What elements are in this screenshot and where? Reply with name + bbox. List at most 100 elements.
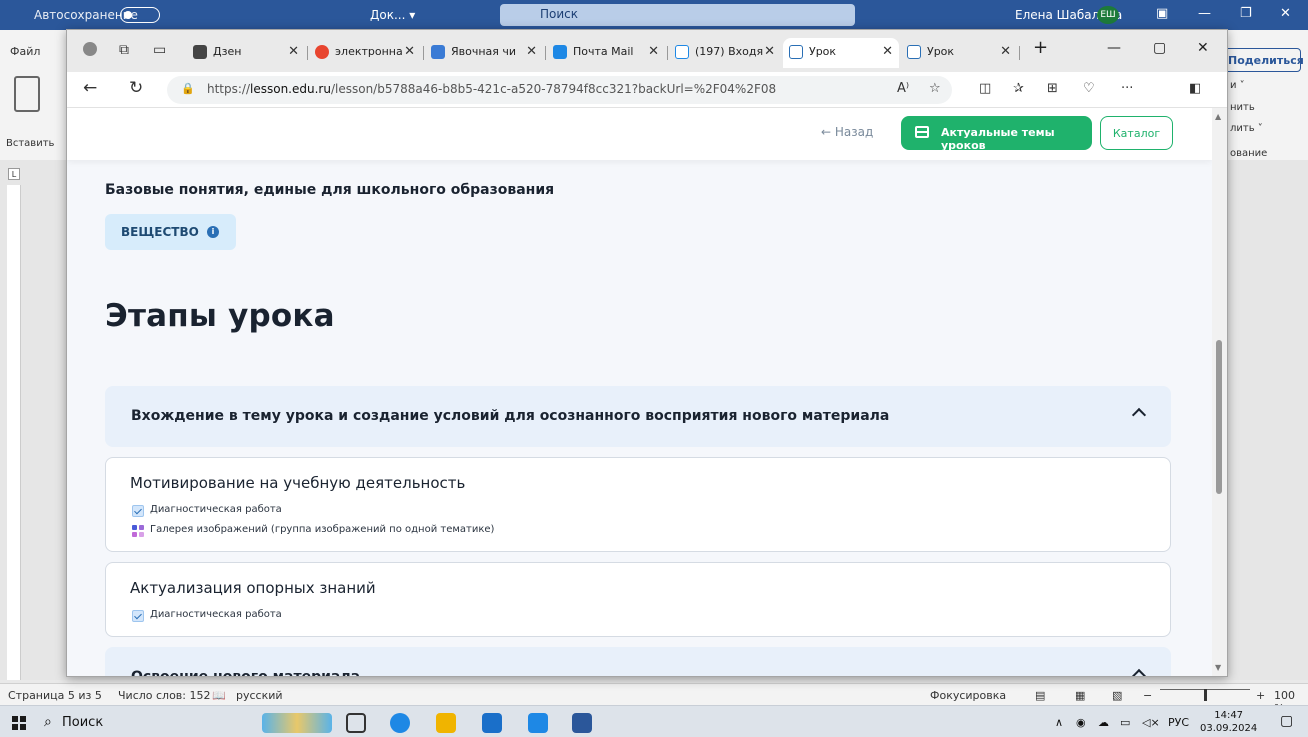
tab-selector[interactable]: L [8, 168, 20, 180]
print-layout-icon[interactable]: ▦ [1075, 689, 1085, 702]
clock-date: 03.09.2024 [1200, 723, 1258, 734]
web-layout-icon[interactable]: ▧ [1112, 689, 1122, 702]
chevron-up-icon[interactable] [1132, 405, 1146, 419]
collections-icon[interactable]: ⊞ [1047, 81, 1058, 96]
onedrive-icon[interactable]: ☁ [1098, 716, 1109, 729]
split-screen-icon[interactable]: ◫ [979, 81, 991, 96]
tray-app-icon[interactable]: ◉ [1076, 716, 1086, 729]
zoom-slider-knob[interactable] [1204, 689, 1207, 701]
page-count[interactable]: Страница 5 из 5 [8, 689, 102, 702]
close-tab-icon[interactable]: ✕ [526, 44, 537, 59]
back-arrow-icon[interactable]: ← [83, 78, 97, 98]
taskbar-search[interactable]: Поиск [62, 715, 103, 730]
restore-icon[interactable]: ▢ [1153, 40, 1166, 56]
ribbon-label[interactable]: и ˅ [1230, 80, 1245, 91]
word-search-box[interactable]: Поиск [500, 4, 855, 26]
ribbon-label[interactable]: лить ˅ [1230, 123, 1263, 134]
language-label[interactable]: русский [236, 689, 283, 702]
minimize-icon[interactable]: — [1107, 40, 1121, 56]
paste-icon[interactable] [14, 76, 40, 112]
sidebar-toggle-icon[interactable]: ◧ [1189, 81, 1201, 96]
tab-actions-icon[interactable]: ▭ [153, 42, 166, 58]
browser-tab-active[interactable]: Урок ✕ [783, 38, 899, 68]
taskbar-search-icon[interactable]: ⌕ [44, 714, 52, 730]
refresh-icon[interactable]: ↻ [129, 78, 143, 98]
close-tab-icon[interactable]: ✕ [288, 44, 299, 59]
scroll-up-icon[interactable]: ▲ [1215, 112, 1221, 121]
share-button[interactable]: Поделиться [1223, 48, 1304, 72]
word-count[interactable]: Число слов: 152 [118, 689, 211, 702]
store-icon[interactable] [482, 713, 502, 733]
input-language[interactable]: РУС [1168, 716, 1189, 729]
browser-tab[interactable]: электронна ✕ [309, 38, 421, 68]
profile-icon[interactable] [83, 42, 97, 56]
favorite-star-icon[interactable]: ☆ [929, 81, 941, 96]
mail-favicon-icon [553, 45, 567, 59]
extensions-icon[interactable]: ♡ [1083, 81, 1095, 96]
document-name[interactable]: Док... ▾ [370, 8, 415, 22]
volume-icon[interactable]: ◁× [1142, 716, 1160, 729]
file-tab[interactable]: Файл [10, 45, 40, 58]
tab-label: Урок [927, 45, 955, 58]
browser-tab[interactable]: Почта Mail ✕ [547, 38, 665, 68]
browser-tab[interactable]: Дзен ✕ [187, 38, 305, 68]
tray-chevron-icon[interactable]: ∧ [1055, 716, 1063, 729]
close-tab-icon[interactable]: ✕ [648, 44, 659, 59]
stage-header[interactable]: Вхождение в тему урока и создание услови… [105, 386, 1171, 447]
network-icon[interactable]: ▭ [1120, 716, 1130, 729]
autosave-toggle[interactable] [120, 7, 160, 23]
catalog-button[interactable]: Каталог [1100, 116, 1173, 150]
mail-icon[interactable] [528, 713, 548, 733]
browser-tab[interactable]: Урок ✕ [901, 38, 1017, 68]
ribbon-display-icon[interactable]: ▣ [1156, 6, 1168, 21]
stage-header[interactable]: Освоение нового материала [105, 647, 1171, 676]
more-icon[interactable]: ··· [1121, 81, 1133, 96]
task-view-icon[interactable] [346, 713, 366, 733]
word-restore-icon[interactable]: ❐ [1240, 6, 1252, 21]
close-window-icon[interactable]: ✕ [1197, 40, 1209, 56]
scrollbar-thumb[interactable] [1216, 340, 1222, 494]
lock-icon[interactable]: 🔒 [181, 82, 195, 95]
zoom-out-icon[interactable]: − [1143, 689, 1152, 702]
page-scrollbar[interactable]: ▲ ▼ [1212, 108, 1227, 676]
actual-topics-button[interactable]: Актуальные темы уроков [901, 116, 1092, 152]
new-tab-icon[interactable]: + [1033, 37, 1048, 58]
workspaces-icon[interactable]: ⧉ [119, 42, 129, 58]
scroll-down-icon[interactable]: ▼ [1215, 663, 1221, 672]
word-close-icon[interactable]: ✕ [1280, 6, 1291, 21]
item-label: Диагностическая работа [150, 609, 282, 620]
read-mode-icon[interactable]: ▤ [1035, 689, 1045, 702]
activity-card[interactable]: Актуализация опорных знаний Диагностичес… [105, 562, 1171, 637]
close-tab-icon[interactable]: ✕ [1000, 44, 1011, 59]
read-aloud-icon[interactable]: A⁾ [897, 81, 909, 96]
close-tab-icon[interactable]: ✕ [882, 44, 893, 59]
list-item: Галерея изображений (группа изображений … [132, 524, 494, 537]
concept-chip[interactable]: ВЕЩЕСТВО i [105, 214, 236, 250]
close-tab-icon[interactable]: ✕ [404, 44, 415, 59]
activity-card[interactable]: Мотивирование на учебную деятельность Ди… [105, 457, 1171, 552]
url-field[interactable]: 🔒 https://lesson.edu.ru/lesson/b5788a46-… [167, 76, 952, 104]
list-item: Диагностическая работа [132, 609, 282, 622]
paste-label[interactable]: Вставить [6, 138, 54, 149]
site-header: ← Назад Актуальные темы уроков Каталог [67, 108, 1212, 160]
chevron-up-icon[interactable] [1132, 666, 1146, 676]
browser-tab[interactable]: (197) Входя ✕ [669, 38, 781, 68]
word-app-icon[interactable] [572, 713, 592, 733]
notifications-icon[interactable]: ▢ [1280, 713, 1293, 729]
proofing-icon[interactable]: 📖 [212, 689, 226, 702]
clock[interactable]: 14:47 03.09.2024 [1200, 709, 1257, 735]
ribbon-label[interactable]: нить [1230, 102, 1255, 113]
info-icon[interactable]: i [207, 226, 219, 238]
user-avatar[interactable]: ЕШ [1097, 6, 1119, 24]
edge-icon[interactable] [390, 713, 410, 733]
focus-mode-button[interactable]: Фокусировка [930, 689, 1006, 702]
favorites-icon[interactable]: ✰ [1013, 81, 1024, 96]
close-tab-icon[interactable]: ✕ [764, 44, 775, 59]
back-link[interactable]: ← Назад [821, 125, 873, 139]
browser-tab[interactable]: Явочная чи ✕ [425, 38, 543, 68]
start-icon[interactable] [12, 716, 26, 730]
word-minimize-icon[interactable]: — [1198, 6, 1211, 21]
widgets-icon[interactable] [262, 713, 332, 733]
explorer-icon[interactable] [436, 713, 456, 733]
zoom-in-icon[interactable]: + [1256, 689, 1265, 702]
